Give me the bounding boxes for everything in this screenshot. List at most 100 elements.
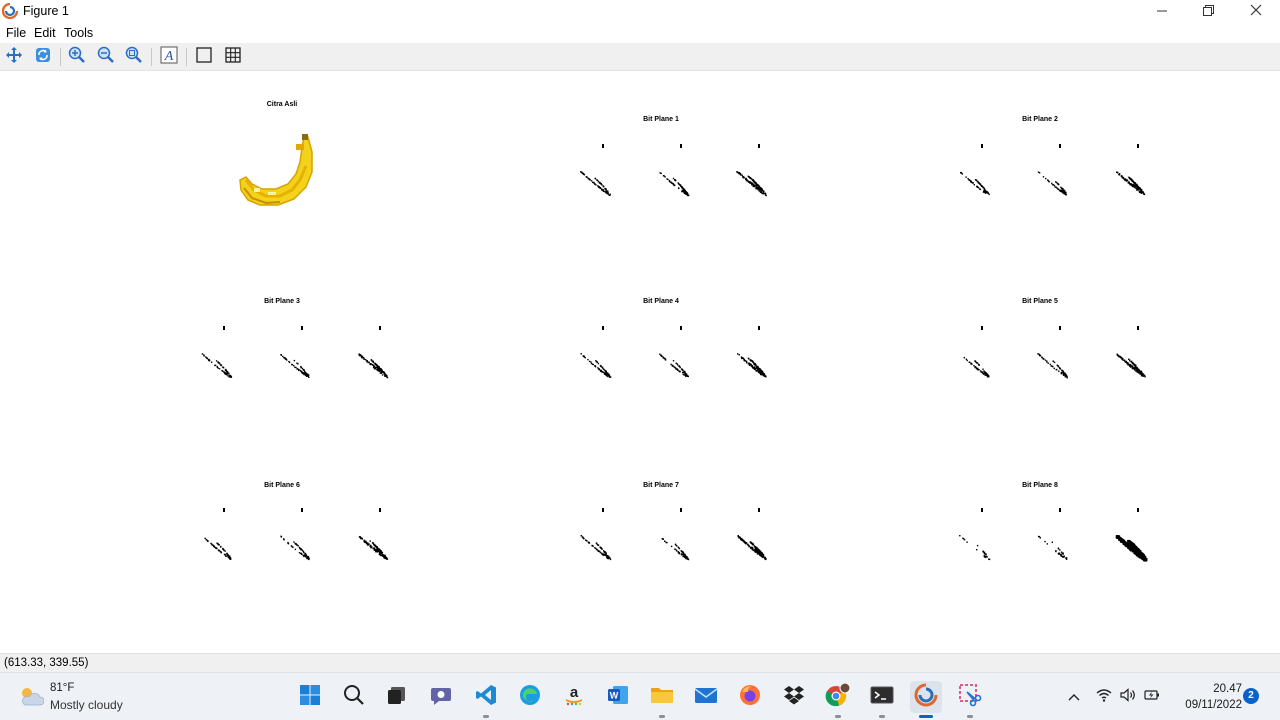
stem-pixel [602, 326, 604, 330]
plane-pixel [374, 544, 376, 546]
plane-pixel [1044, 359, 1047, 361]
toolbar-separator [151, 48, 152, 66]
subplot-title-bit-plane-6: Bit Plane 6 [264, 482, 300, 489]
plane-pixel [213, 546, 215, 548]
stem-pixel [301, 326, 303, 330]
plane-pixel [1139, 191, 1141, 193]
plane-pixel [215, 360, 218, 362]
plane-pixel [299, 547, 301, 549]
weather-widget[interactable]: 81°F Mostly cloudy [18, 681, 138, 715]
zoom-fit-button[interactable] [123, 46, 145, 68]
plane-pixel [973, 184, 975, 186]
plane-pixel [300, 552, 302, 555]
toggle-grid-button[interactable] [222, 46, 244, 68]
plane-pixel [747, 180, 750, 183]
insert-text-button[interactable]: A [158, 46, 180, 68]
plane-pixel [762, 554, 764, 556]
plane-pixel [761, 373, 763, 375]
vscode-button[interactable] [470, 681, 502, 718]
plane-pixel [1047, 362, 1049, 364]
stem-pixel [680, 326, 682, 330]
plane-pixel [1128, 364, 1131, 366]
plane-pixel [760, 369, 763, 372]
plane-pixel [986, 372, 988, 375]
close-button[interactable] [1233, 0, 1279, 23]
word-button[interactable]: W [602, 681, 634, 713]
notification-badge[interactable]: 2 [1243, 688, 1259, 704]
clock-date: 09/11/2022 [1185, 699, 1242, 711]
octave-icon [914, 683, 938, 712]
task-view-icon [386, 684, 408, 711]
teams-chat-button[interactable] [425, 681, 457, 713]
plane-pixel [215, 547, 218, 549]
terminal-button[interactable] [866, 681, 898, 718]
plane-pixel [963, 357, 965, 359]
plane-pixel [359, 354, 361, 356]
amazon-button[interactable]: a [558, 681, 590, 713]
plane-pixel [1058, 370, 1060, 372]
minimize-button[interactable] [1139, 0, 1185, 23]
plane-pixel [594, 183, 596, 185]
octave-button[interactable] [910, 681, 942, 718]
search-button[interactable] [338, 681, 370, 713]
close-icon [1250, 3, 1262, 21]
stem-pixel [680, 144, 682, 148]
file-explorer-button[interactable] [646, 681, 678, 718]
plane-pixel [302, 369, 305, 371]
plane-pixel [280, 354, 282, 356]
menu-file[interactable]: File [6, 26, 26, 40]
plane-pixel [1059, 189, 1061, 191]
stem-pixel [301, 508, 303, 512]
plane-pixel [597, 185, 599, 187]
plane-pixel [1037, 353, 1039, 355]
zoom-in-button[interactable] [66, 46, 88, 68]
plane-pixel [672, 177, 675, 180]
plane-pixel [201, 353, 204, 355]
menu-tools[interactable]: Tools [64, 26, 93, 40]
menu-edit[interactable]: Edit [34, 26, 56, 40]
plane-pixel [1056, 187, 1058, 189]
running-indicator [879, 715, 885, 718]
figure-canvas[interactable]: Citra Asli Bit Plane 1 Bit Plane 2 Bit Pla… [0, 71, 1280, 653]
plane-pixel [293, 359, 296, 362]
mail-icon [694, 684, 718, 711]
plane-pixel [679, 184, 681, 186]
plane-pixel [743, 359, 745, 362]
edge-button[interactable] [514, 681, 546, 713]
toggle-box-button[interactable] [193, 46, 215, 68]
pan-button[interactable] [3, 46, 25, 68]
bit-plane-8-image [959, 508, 1148, 562]
firefox-button[interactable] [734, 681, 766, 713]
plane-pixel [757, 368, 759, 370]
system-tray-quick-settings[interactable] [1094, 685, 1162, 709]
plane-pixel [1127, 540, 1131, 544]
plane-pixel [1126, 362, 1128, 365]
plane-pixel [607, 193, 609, 195]
chrome-button[interactable] [822, 681, 854, 718]
plane-pixel [755, 370, 758, 372]
snipping-tool-button[interactable] [954, 681, 986, 718]
plane-pixel [675, 368, 677, 370]
plane-pixel [660, 354, 662, 357]
plane-pixel [374, 367, 377, 369]
plane-pixel [738, 354, 740, 356]
maximize-button[interactable] [1185, 0, 1231, 23]
plane-pixel [210, 361, 213, 363]
svg-text:A: A [164, 49, 174, 64]
plane-pixel [1130, 543, 1134, 547]
plane-pixel [229, 376, 231, 378]
task-view-button[interactable] [381, 681, 413, 713]
start-button[interactable] [294, 681, 326, 713]
plane-pixel [376, 547, 378, 549]
mail-button[interactable] [690, 681, 722, 713]
zoom-out-button[interactable] [95, 46, 117, 68]
plane-pixel [754, 546, 756, 548]
subplot-title-bit-plane-5: Bit Plane 5 [1022, 298, 1058, 305]
dropbox-button[interactable] [778, 681, 810, 713]
show-hidden-icons-button[interactable] [1064, 685, 1084, 709]
subplot-title-bit-plane-7: Bit Plane 7 [643, 482, 679, 489]
stem-pixel [680, 508, 682, 512]
system-clock[interactable]: 20.47 09/11/2022 [1170, 681, 1242, 713]
rotate-button[interactable] [32, 46, 54, 68]
plane-pixel [982, 373, 985, 375]
